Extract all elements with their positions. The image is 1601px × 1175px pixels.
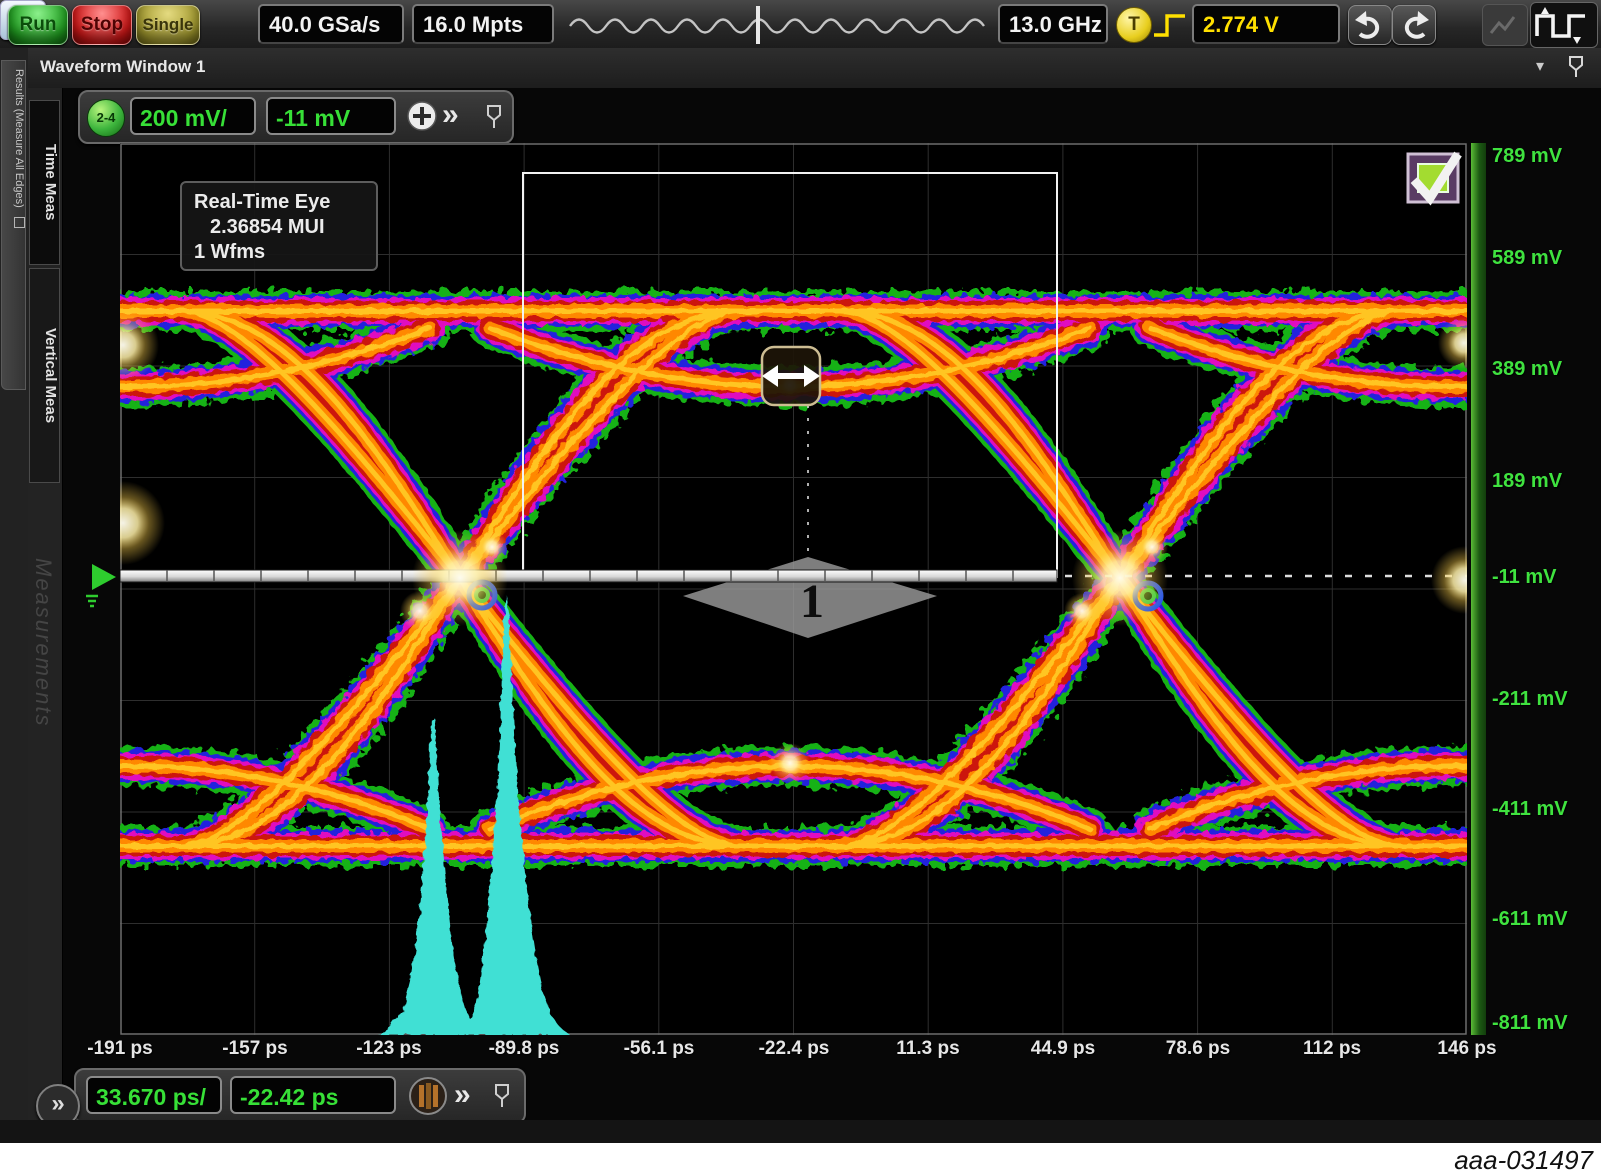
- y-tick-label: 389 mV: [1492, 358, 1596, 381]
- results-dock-icon: [14, 217, 25, 228]
- y-tick-label: 589 mV: [1492, 247, 1596, 270]
- window-menu-caret-icon[interactable]: ▾: [1536, 56, 1544, 76]
- tab-vertical-meas[interactable]: Vertical Meas: [29, 268, 60, 483]
- horizontal-scale-bar: 33.670 ps/ -22.42 ps »: [74, 1068, 526, 1124]
- measurement-tab-rail: Time Meas Vertical Meas Measurements: [28, 88, 63, 1143]
- voltage-axis-bar[interactable]: [1471, 143, 1486, 1035]
- horizontal-position-field[interactable]: -22.42 ps: [230, 1076, 396, 1114]
- x-tick-label: -123 ps: [337, 1038, 441, 1060]
- channel-ground-marker[interactable]: [84, 556, 120, 612]
- tab-time-meas[interactable]: Time Meas: [29, 100, 60, 265]
- y-tick-label: 789 mV: [1492, 145, 1596, 168]
- figure-footer: aaa-031497: [0, 1143, 1601, 1175]
- single-button[interactable]: Single: [136, 5, 200, 45]
- vertical-scale-bar: 2-4 200 mV/ -11 mV »: [78, 90, 514, 144]
- results-tab[interactable]: Results (Measure All Edges): [1, 60, 26, 390]
- x-tick-label: -191 ps: [68, 1038, 172, 1060]
- dim-meter-icon: [1483, 5, 1527, 45]
- trigger-source-icon[interactable]: T: [1116, 7, 1152, 43]
- trigger-level-field[interactable]: 2.774 V: [1192, 4, 1340, 44]
- eye-diagram-plot[interactable]: [120, 143, 1467, 1035]
- annotation-title: Real-Time Eye: [194, 190, 376, 215]
- x-tick-label: -157 ps: [203, 1038, 307, 1060]
- y-tick-label: -611 mV: [1492, 908, 1596, 931]
- waveform-tool-button[interactable]: [1530, 2, 1598, 48]
- window-title: Waveform Window 1: [40, 57, 205, 77]
- x-tick-label: 44.9 ps: [1011, 1038, 1115, 1060]
- horizontal-position-slider[interactable]: [562, 2, 992, 48]
- disabled-tool-button: [1482, 4, 1528, 46]
- acquisition-checkbox[interactable]: [1402, 148, 1464, 208]
- results-sidebar: Results (Measure All Edges): [0, 48, 28, 1143]
- add-scale-button[interactable]: [406, 100, 438, 132]
- x-tick-label: -56.1 ps: [607, 1038, 711, 1060]
- annotation-mui: 2.36854 MUI: [194, 215, 376, 240]
- redo-button[interactable]: [1392, 5, 1436, 45]
- eye-annotation-box: Real-Time Eye 2.36854 MUI 1 Wfms: [180, 181, 378, 271]
- slider-thumb[interactable]: [756, 6, 760, 44]
- square-wave-icon: [1531, 3, 1597, 47]
- sample-rate-field[interactable]: 40.0 GSa/s: [258, 4, 404, 44]
- results-tab-label: Results (Measure All Edges): [13, 69, 25, 208]
- horizontal-scale-field[interactable]: 33.670 ps/: [86, 1076, 222, 1114]
- horizontal-zoom-knob-icon[interactable]: [408, 1076, 448, 1116]
- x-tick-label: 11.3 ps: [876, 1038, 980, 1060]
- y-tick-label: 189 mV: [1492, 470, 1596, 493]
- x-tick-label: -22.4 ps: [742, 1038, 846, 1060]
- oscilloscope-screen: Run Stop Single 40.0 GSa/s 16.0 Mpts 13.…: [0, 0, 1601, 1175]
- window-titlebar: Waveform Window 1 ▾: [28, 48, 1601, 89]
- y-tick-label: -11 mV: [1492, 566, 1596, 589]
- channel-badge[interactable]: 2-4: [87, 99, 125, 137]
- memory-depth-field[interactable]: 16.0 Mpts: [412, 4, 554, 44]
- vertical-scale-field[interactable]: 200 mV/: [130, 97, 256, 135]
- bottom-bezel: [0, 1120, 1601, 1143]
- undo-button[interactable]: [1348, 5, 1392, 45]
- eye-width-drag-handle[interactable]: [762, 347, 820, 405]
- x-tick-label: -89.8 ps: [472, 1038, 576, 1060]
- stop-button[interactable]: Stop: [72, 5, 132, 45]
- vertical-more-chevron[interactable]: »: [442, 97, 459, 133]
- trigger-edge-icon[interactable]: [1152, 9, 1192, 39]
- x-tick-label: 78.6 ps: [1146, 1038, 1250, 1060]
- y-tick-label: -811 mV: [1492, 1012, 1596, 1035]
- redo-icon: [1393, 6, 1435, 44]
- window-pin-icon[interactable]: [1566, 55, 1586, 79]
- run-button[interactable]: Run: [8, 5, 68, 45]
- y-tick-label: -211 mV: [1492, 688, 1596, 711]
- x-tick-label: 112 ps: [1280, 1038, 1384, 1060]
- bandwidth-field[interactable]: 13.0 GHz: [998, 4, 1108, 44]
- undo-icon: [1349, 6, 1391, 44]
- vertical-pin-icon[interactable]: [484, 104, 504, 130]
- annotation-wfms: 1 Wfms: [194, 240, 376, 265]
- y-tick-label: -411 mV: [1492, 798, 1596, 821]
- x-tick-label: 146 ps: [1415, 1038, 1519, 1060]
- horizontal-more-chevron[interactable]: »: [454, 1077, 471, 1113]
- figure-id-label: aaa-031497: [1454, 1145, 1593, 1175]
- horizontal-pin-icon[interactable]: [492, 1083, 512, 1109]
- marker-number-label: 1: [800, 574, 840, 628]
- measurements-watermark: Measurements: [30, 558, 56, 728]
- vertical-offset-field[interactable]: -11 mV: [266, 97, 396, 135]
- top-toolbar: Run Stop Single 40.0 GSa/s 16.0 Mpts 13.…: [0, 0, 1601, 49]
